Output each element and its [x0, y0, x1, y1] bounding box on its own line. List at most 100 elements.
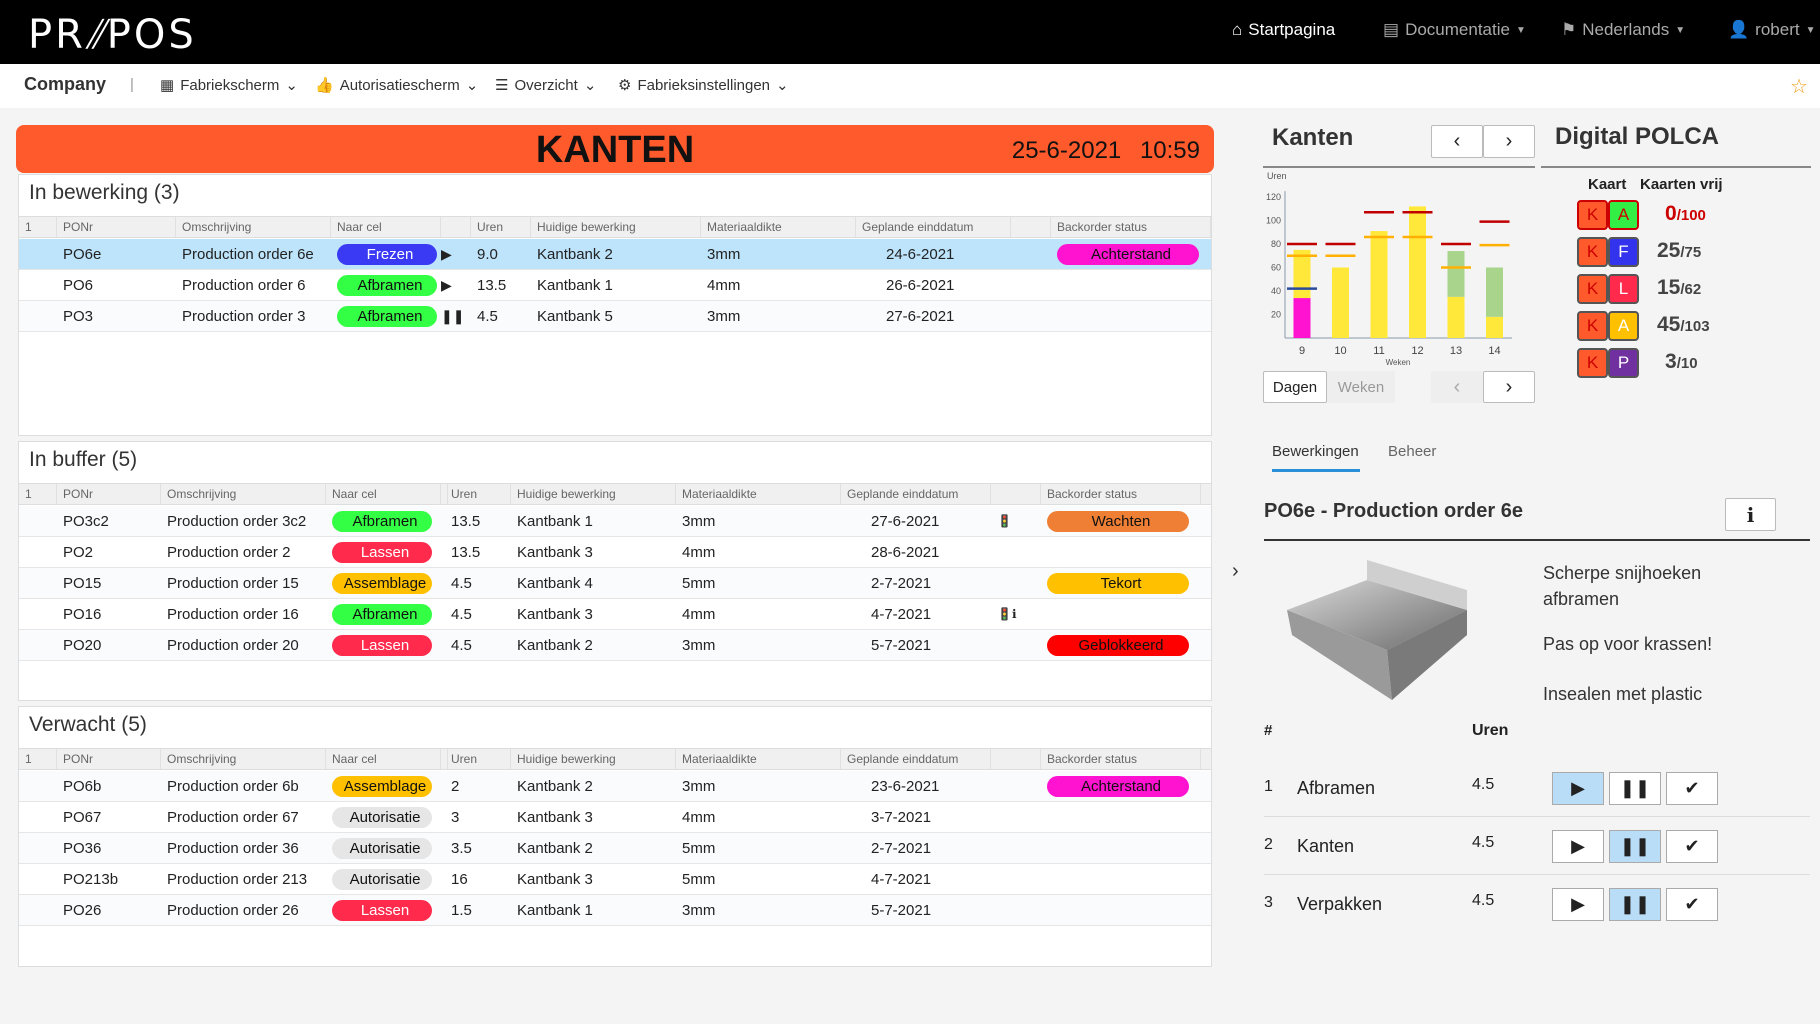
period-next-button[interactable]: ›	[1483, 371, 1535, 403]
column-header[interactable]: Uren	[471, 217, 531, 237]
bar-segment[interactable]	[1332, 267, 1349, 339]
bar-segment[interactable]	[1409, 206, 1426, 338]
chart-next-button[interactable]: ›	[1483, 125, 1535, 158]
propos-logo[interactable]: PR⫽POS	[28, 12, 197, 58]
column-header[interactable]: PONr	[57, 484, 161, 504]
column-header[interactable]: Materiaaldikte	[676, 749, 841, 769]
cell-badge[interactable]: Afbramen	[337, 274, 437, 296]
play-button[interactable]: ▶	[1552, 888, 1604, 921]
bar-segment[interactable]	[1447, 251, 1465, 297]
column-header[interactable]: Geplande einddatum	[841, 749, 991, 769]
column-header[interactable]: Naar cel	[331, 217, 441, 237]
table-row[interactable]: PO2 Production order 2 Lassen 13.5 Kantbank …	[19, 537, 1211, 568]
dagen-button[interactable]: Dagen	[1263, 371, 1327, 403]
column-header[interactable]: Materiaaldikte	[701, 217, 856, 237]
kanban-card[interactable]: P	[1608, 348, 1639, 378]
period-prev-button[interactable]: ‹	[1431, 371, 1483, 403]
cell-badge[interactable]: Afbramen	[332, 603, 432, 625]
info-button[interactable]: i	[1725, 498, 1776, 531]
column-header[interactable]	[991, 749, 1041, 769]
column-header[interactable]: Geplande einddatum	[856, 217, 1011, 237]
bar-segment[interactable]	[1370, 231, 1388, 338]
bar-segment[interactable]	[1447, 296, 1465, 338]
pause-button[interactable]: ❚❚	[1609, 830, 1661, 863]
pause-button[interactable]: ❚❚	[1609, 772, 1661, 805]
table-row[interactable]: PO6e Production order 6e Frezen ▶ 9.0 Kantban…	[19, 239, 1211, 270]
column-header[interactable]: Backorder status	[1041, 484, 1201, 504]
cell-badge[interactable]: Afbramen	[332, 510, 432, 532]
kanban-card[interactable]: A	[1608, 200, 1639, 230]
column-header[interactable]: PONr	[57, 749, 161, 769]
nav-language[interactable]: ⚑ Nederlands ▼	[1561, 20, 1685, 40]
play-button[interactable]: ▶	[1552, 772, 1604, 805]
table-row[interactable]: PO6b Production order 6b Assemblage 2 Kantba…	[19, 771, 1211, 802]
bar-segment[interactable]	[1486, 316, 1503, 338]
pause-button[interactable]: ❚❚	[1609, 888, 1661, 921]
column-header[interactable]: Uren	[445, 484, 511, 504]
bar-segment[interactable]	[1293, 249, 1311, 299]
menu-autorisatiescherm[interactable]: 👍 Autorisatiescherm ⌄	[315, 76, 478, 95]
tab-beheer[interactable]: Beheer	[1388, 443, 1436, 460]
kanban-card[interactable]: L	[1608, 274, 1639, 304]
menu-overzicht[interactable]: ☰ Overzicht ⌄	[495, 76, 596, 95]
cell-badge[interactable]: Autorisatie	[332, 837, 432, 859]
play-button[interactable]: ▶	[1552, 830, 1604, 863]
kanban-card[interactable]: F	[1608, 237, 1639, 267]
column-header[interactable]: Uren	[445, 749, 511, 769]
cell-badge[interactable]: Lassen	[332, 541, 432, 563]
table-row[interactable]: PO3c2 Production order 3c2 Afbramen 13.5 Kan…	[19, 506, 1211, 537]
cell-badge[interactable]: Lassen	[332, 899, 432, 921]
column-header[interactable]: Backorder status	[1041, 749, 1201, 769]
bar-segment[interactable]	[1486, 267, 1503, 317]
table-row[interactable]: PO15 Production order 15 Assemblage 4.5 Kant…	[19, 568, 1211, 599]
cell-badge[interactable]: Autorisatie	[332, 806, 432, 828]
table-row[interactable]: PO20 Production order 20 Lassen 4.5 Kantbank…	[19, 630, 1211, 661]
column-header[interactable]	[441, 217, 471, 237]
menu-fabriekscherm[interactable]: ▦ Fabriekscherm ⌄	[160, 76, 298, 95]
chart-prev-button[interactable]: ‹	[1431, 125, 1483, 158]
column-header[interactable]: 1	[19, 484, 57, 504]
table-row[interactable]: PO26 Production order 26 Lassen 1.5 Kantbank…	[19, 895, 1211, 926]
column-header[interactable]	[991, 484, 1041, 504]
column-header[interactable]: Omschrijving	[161, 749, 326, 769]
column-header[interactable]	[1011, 217, 1051, 237]
weken-button[interactable]: Weken	[1327, 371, 1395, 403]
column-header[interactable]: Huidige bewerking	[511, 484, 676, 504]
column-header[interactable]: 1	[19, 749, 57, 769]
company-link[interactable]: Company	[24, 74, 106, 95]
column-header[interactable]: Naar cel	[326, 749, 441, 769]
star-icon[interactable]: ☆	[1790, 74, 1808, 99]
column-header[interactable]: PONr	[57, 217, 176, 237]
complete-button[interactable]: ✔	[1666, 888, 1718, 921]
table-row[interactable]: PO6 Production order 6 Afbramen ▶ 13.5 Kantba…	[19, 270, 1211, 301]
column-header[interactable]: Huidige bewerking	[531, 217, 701, 237]
bar-segment[interactable]	[1293, 298, 1311, 338]
expand-chevron-icon[interactable]: ›	[1232, 560, 1239, 583]
column-header[interactable]: Huidige bewerking	[511, 749, 676, 769]
cell-badge[interactable]: Afbramen	[337, 305, 437, 327]
column-header[interactable]: Geplande einddatum	[841, 484, 991, 504]
column-header[interactable]: Materiaaldikte	[676, 484, 841, 504]
cell-badge[interactable]: Assemblage	[332, 775, 432, 797]
cell-badge[interactable]: Autorisatie	[332, 868, 432, 890]
menu-fabrieksinstellingen[interactable]: ⚙ Fabrieksinstellingen ⌄	[618, 76, 789, 95]
cell-badge[interactable]: Assemblage	[332, 572, 432, 594]
table-row[interactable]: PO3 Production order 3 Afbramen ❚❚ 4.5 Kantba…	[19, 301, 1211, 332]
complete-button[interactable]: ✔	[1666, 830, 1718, 863]
table-row[interactable]: PO213b Production order 213 Autorisatie 16 K…	[19, 864, 1211, 895]
tab-bewerkingen[interactable]: Bewerkingen	[1272, 443, 1359, 460]
column-header[interactable]: Naar cel	[326, 484, 441, 504]
nav-startpagina[interactable]: ⌂ Startpagina	[1232, 20, 1335, 40]
nav-user[interactable]: 👤 robert ▼	[1728, 20, 1816, 40]
table-row[interactable]: PO36 Production order 36 Autorisatie 3.5 Kan…	[19, 833, 1211, 864]
table-row[interactable]: PO67 Production order 67 Autorisatie 3 Kantb…	[19, 802, 1211, 833]
column-header[interactable]: Backorder status	[1051, 217, 1211, 237]
kanban-card[interactable]: A	[1608, 311, 1639, 341]
table-row[interactable]: PO16 Production order 16 Afbramen 4.5 Kantba…	[19, 599, 1211, 630]
column-header[interactable]: Omschrijving	[161, 484, 326, 504]
complete-button[interactable]: ✔	[1666, 772, 1718, 805]
column-header[interactable]: 1	[19, 217, 57, 237]
cell-badge[interactable]: Frezen	[337, 243, 437, 265]
cell-badge[interactable]: Lassen	[332, 634, 432, 656]
nav-documentatie[interactable]: ▤ Documentatie ▼	[1383, 20, 1526, 40]
